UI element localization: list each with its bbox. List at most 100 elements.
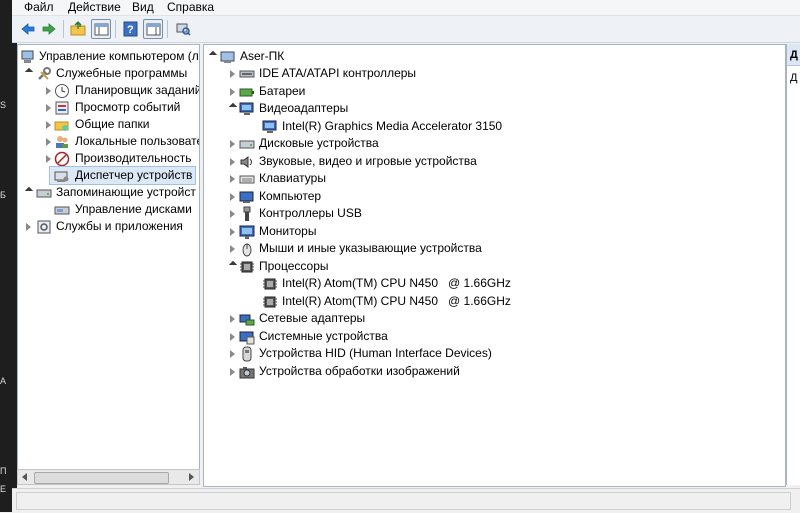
device-label: Видеоадаптеры <box>259 101 349 115</box>
display-adapter-icon <box>239 102 254 115</box>
expand-arrow-icon[interactable] <box>230 175 235 183</box>
users-icon <box>56 136 68 148</box>
expand-arrow-icon[interactable] <box>230 227 235 236</box>
expand-arrow-icon[interactable] <box>230 367 235 376</box>
left-pane-scrollbar[interactable] <box>17 469 200 485</box>
device-label: Контроллеры USB <box>259 206 362 220</box>
network-adapter-icon <box>239 314 255 326</box>
device-label: Сетевые адаптеры <box>259 311 366 325</box>
device-label: Мыши и иные указывающие устройства <box>259 241 482 255</box>
scroll-right-icon[interactable] <box>189 473 194 481</box>
edge-glyph: E <box>0 484 7 494</box>
device-label: Intel(R) Atom(TM) CPU N450 @ 1.66GHz <box>282 276 511 290</box>
expand-arrow-icon[interactable] <box>230 157 235 166</box>
toolbar-separator <box>63 20 64 38</box>
expand-arrow-icon[interactable] <box>26 223 31 231</box>
expand-arrow-icon[interactable] <box>46 155 51 163</box>
mouse-icon <box>242 243 252 257</box>
tree-item-device-manager[interactable]: Диспетчер устройств <box>49 166 196 185</box>
action-pane-icon[interactable] <box>143 19 163 39</box>
expand-arrow-icon[interactable] <box>230 245 235 253</box>
edge-glyph: S <box>0 100 7 110</box>
processor-icon <box>263 278 277 290</box>
device-label: Клавиатуры <box>259 171 326 185</box>
device-label: IDE ATA/ATAPI контроллеры <box>259 66 417 80</box>
hid-icon <box>242 346 252 362</box>
collapse-arrow-icon[interactable] <box>228 102 238 112</box>
expand-arrow-icon[interactable] <box>230 315 235 323</box>
console-tree-pane: Управление компьютером (л Служебные прог… <box>17 44 200 471</box>
tree-label: Общие папки <box>75 117 150 131</box>
expand-arrow-icon[interactable] <box>46 138 51 146</box>
storage-icon <box>36 189 52 198</box>
device-tree-pane: Aser-ПК IDE ATA/ATAPI контроллеры Батареи… <box>203 44 786 487</box>
event-viewer-icon <box>55 101 69 115</box>
device-label: Звуковые, видео и игровые устройства <box>259 153 477 168</box>
performance-icon <box>54 151 70 167</box>
scrollbar-thumb[interactable] <box>34 472 169 484</box>
toolbar-separator <box>115 20 116 38</box>
device-label: Устройства HID (Human Interface Devices) <box>259 346 492 360</box>
processor-icon <box>263 296 277 307</box>
imaging-device-icon <box>239 366 255 378</box>
device-label: Intel(R) Atom(TM) CPU N450 @ 1.66GHz <box>282 293 511 308</box>
disk-drive-icon <box>239 140 255 149</box>
menu-action[interactable]: Действие <box>68 0 121 14</box>
shared-folder-icon <box>54 121 69 131</box>
keyboard-icon <box>239 175 255 184</box>
device-label: Устройства обработки изображений <box>259 363 460 378</box>
device-label: Системные устройства <box>259 328 388 343</box>
forward-arrow-icon[interactable] <box>39 19 59 39</box>
menu-file[interactable]: Файл <box>24 0 54 14</box>
display-adapter-icon <box>262 120 277 133</box>
expand-arrow-icon[interactable] <box>24 67 34 77</box>
speaker-icon <box>240 155 252 168</box>
scan-hardware-icon[interactable] <box>173 19 193 39</box>
expand-arrow-icon[interactable] <box>46 121 51 129</box>
expand-arrow-icon[interactable] <box>24 186 34 196</box>
tree-label: Служебные программы <box>56 66 188 80</box>
expand-arrow-icon[interactable] <box>230 332 235 341</box>
expand-arrow-icon[interactable] <box>230 140 235 148</box>
computer-icon <box>220 51 235 63</box>
menu-help[interactable]: Справка <box>167 0 214 14</box>
show-hide-tree-icon[interactable] <box>91 19 111 39</box>
device-label: Батареи <box>259 83 306 98</box>
up-folder-icon[interactable] <box>68 19 88 39</box>
status-bar <box>12 488 800 513</box>
expand-arrow-icon[interactable] <box>208 50 218 60</box>
expand-arrow-icon[interactable] <box>230 210 235 218</box>
expand-arrow-icon[interactable] <box>46 104 51 112</box>
usb-icon <box>243 206 251 221</box>
expand-arrow-icon[interactable] <box>46 87 51 95</box>
desktop-edge: S Б А П E <box>0 0 17 512</box>
scroll-left-icon[interactable] <box>22 473 27 481</box>
expand-arrow-icon[interactable] <box>230 350 235 358</box>
expand-arrow-icon[interactable] <box>230 192 235 201</box>
help-icon[interactable]: ? <box>121 19 141 39</box>
edge-glyph: П <box>0 466 7 476</box>
disk-management-icon <box>54 206 70 215</box>
expand-arrow-icon[interactable] <box>230 87 235 96</box>
menu-view[interactable]: Вид <box>132 0 154 14</box>
tree-label: Производительность <box>75 151 192 165</box>
collapse-arrow-icon[interactable] <box>228 260 238 269</box>
tools-icon <box>38 67 51 80</box>
computer-management-icon <box>21 50 34 63</box>
tree-label: Просмотр событий <box>75 100 181 114</box>
actions-pane: Д Д <box>786 44 800 485</box>
tree-label: Управление дисками <box>75 202 192 216</box>
edge-glyph: А <box>0 376 7 386</box>
actions-item[interactable]: Д <box>787 68 800 88</box>
clock-icon <box>55 84 69 98</box>
processor-icon <box>240 261 254 272</box>
tree-label: Локальные пользовате <box>75 134 200 148</box>
expand-arrow-icon[interactable] <box>230 70 235 78</box>
computer-name: Aser-ПК <box>240 49 285 63</box>
device-label: Процессоры <box>259 258 329 273</box>
menu-bar: Файл Действие Вид Справка <box>12 0 800 16</box>
back-arrow-icon[interactable] <box>18 19 38 39</box>
tree-label: Диспетчер устройств <box>75 168 193 182</box>
device-label: Intel(R) Graphics Media Accelerator 3150 <box>282 118 503 133</box>
battery-icon <box>239 88 254 96</box>
